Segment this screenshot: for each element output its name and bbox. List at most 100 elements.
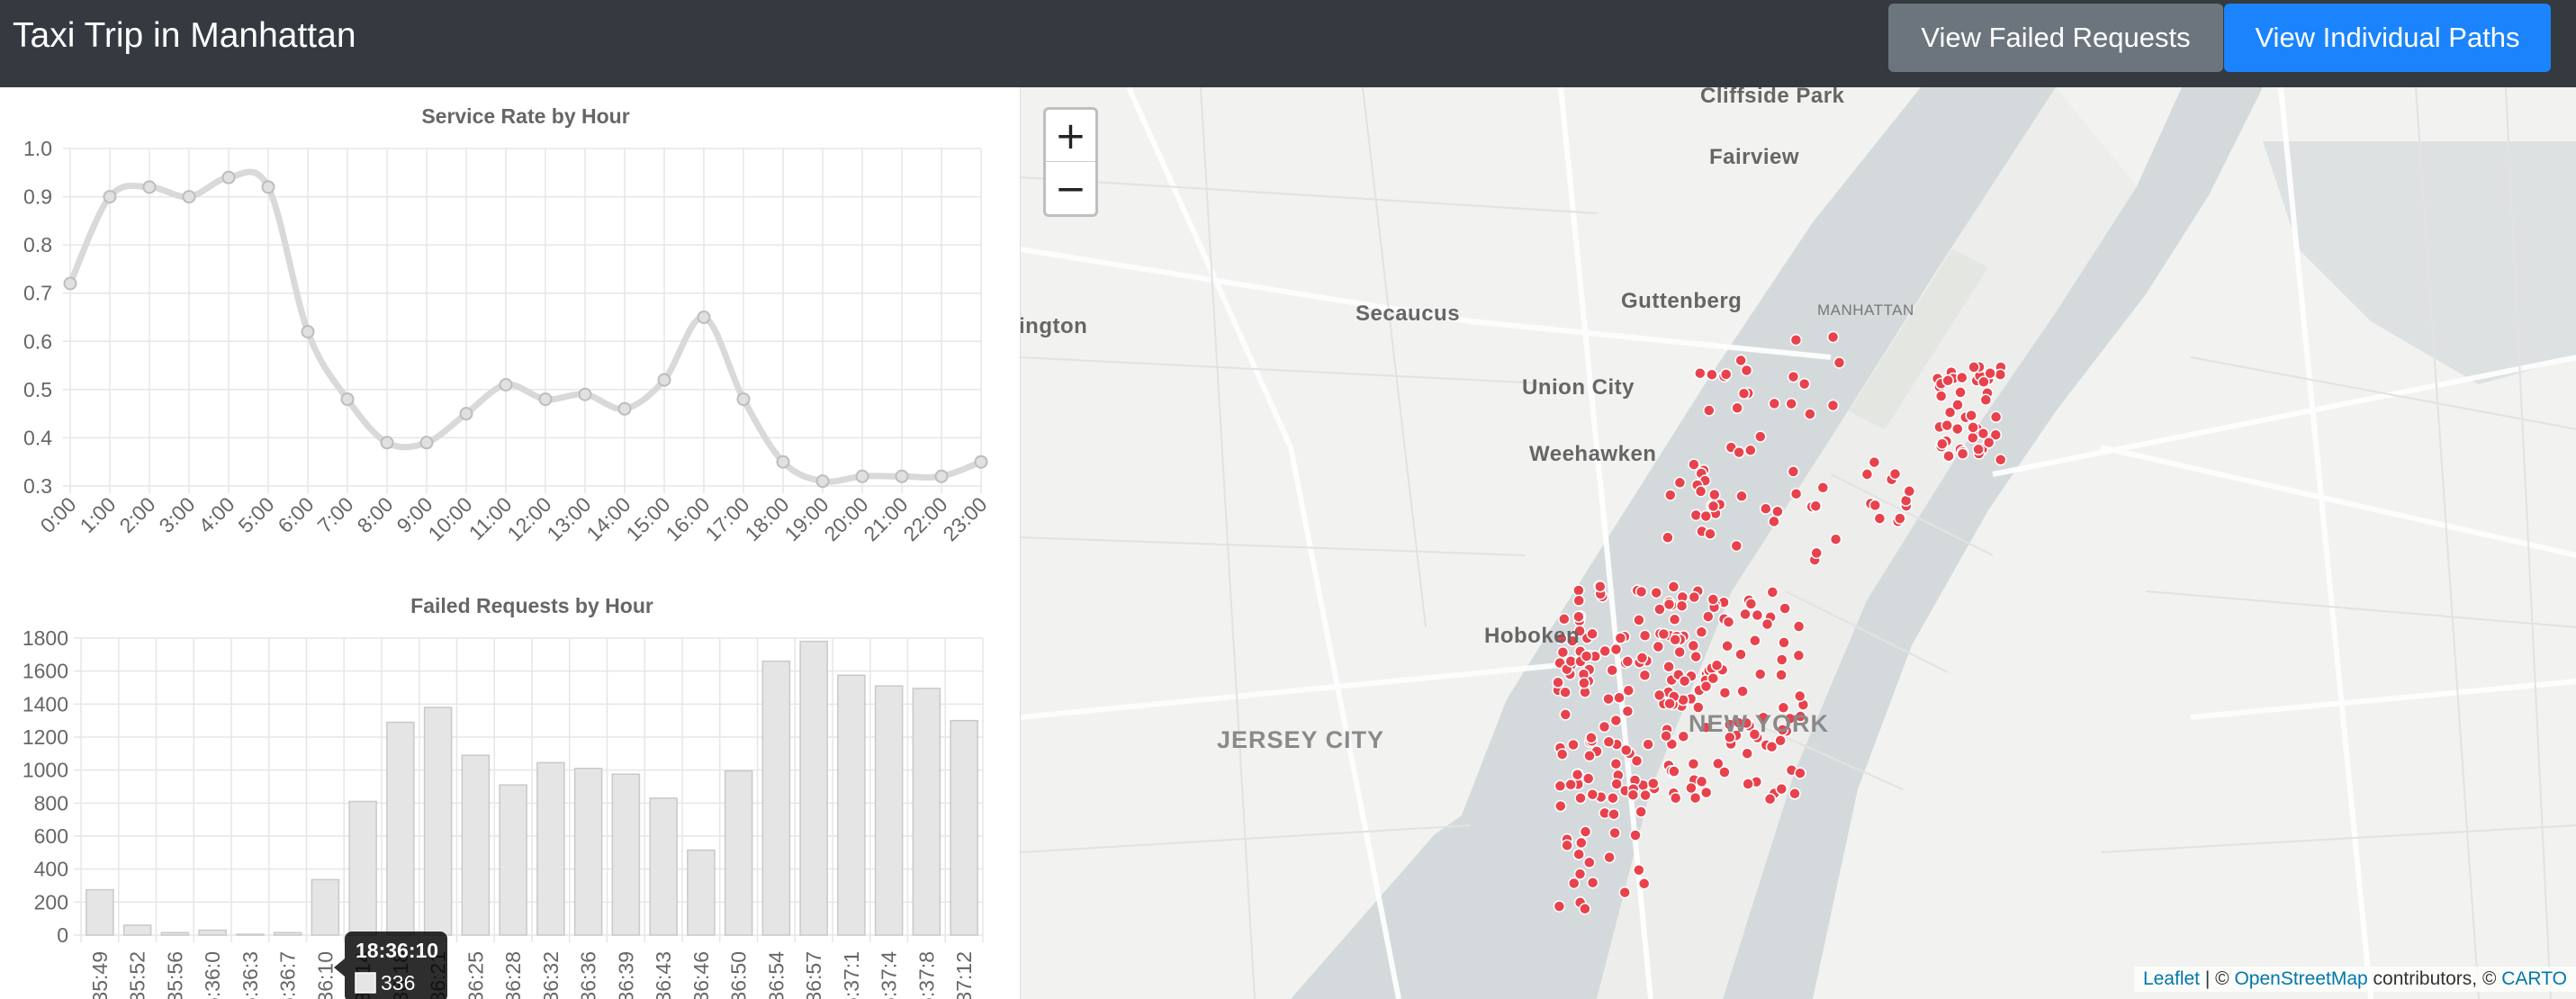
trip-point — [1778, 636, 1790, 649]
trip-point — [1792, 620, 1806, 633]
bar — [499, 784, 527, 936]
data-point — [419, 436, 434, 450]
trip-point — [1635, 585, 1648, 598]
trip-point — [1707, 671, 1720, 685]
trip-point — [1583, 750, 1596, 762]
bar — [724, 770, 753, 936]
trip-point — [1621, 705, 1635, 718]
x-tick-label: 5:00 — [233, 492, 278, 537]
trip-point — [1579, 903, 1591, 915]
trip-point — [1653, 688, 1666, 702]
trip-point — [1559, 686, 1572, 699]
trip-point — [1647, 777, 1660, 790]
carto-link[interactable]: CARTO — [2501, 968, 2567, 989]
x-tick-label: 6:36:28 — [501, 951, 525, 999]
trip-point — [1984, 366, 1996, 380]
trip-point — [1954, 386, 1967, 399]
trip-point — [1689, 650, 1702, 663]
bar — [236, 933, 265, 936]
x-tick-label: 6:35:56 — [163, 951, 186, 999]
trip-point — [1638, 669, 1652, 682]
trip-point — [1710, 659, 1724, 671]
trip-point — [1667, 580, 1680, 593]
data-point — [657, 373, 671, 387]
bar — [160, 932, 190, 936]
bar — [122, 924, 152, 936]
trip-point — [1731, 401, 1743, 415]
x-tick-label: 6:36:36 — [577, 951, 600, 999]
x-tick-label: 6:36:43 — [652, 951, 675, 999]
map-label-fairview: Fairview — [1709, 145, 1800, 169]
data-point — [855, 469, 869, 483]
trip-point — [1602, 735, 1616, 749]
x-tick-label: 6:36:57 — [802, 951, 825, 999]
data-point — [578, 387, 592, 401]
trip-point — [1706, 368, 1718, 381]
trip-point — [1609, 643, 1623, 656]
y-tick-label: 1600 — [23, 660, 68, 683]
trip-point — [1669, 791, 1682, 805]
trip-point — [1626, 788, 1640, 801]
data-point — [538, 392, 553, 407]
trip-point — [1567, 738, 1580, 752]
trip-point — [1687, 757, 1700, 770]
trip-point — [1552, 676, 1564, 688]
x-tick-label: 6:36:50 — [727, 951, 751, 999]
zoom-out-button[interactable]: − — [1046, 162, 1095, 214]
east-water — [2263, 141, 2576, 384]
chart-title: Service Rate by Hour — [421, 104, 629, 128]
trip-point — [1761, 617, 1774, 631]
trip-point — [1809, 500, 1823, 513]
map-view[interactable]: Cliffside Park Fairview Secaucus Guttenb… — [1020, 87, 2576, 999]
trip-point — [1826, 399, 1840, 412]
map-label-guttenberg: Guttenberg — [1621, 289, 1743, 313]
zoom-in-button[interactable]: + — [1046, 110, 1095, 162]
data-point — [815, 474, 830, 489]
view-failed-requests-button[interactable]: View Failed Requests — [1888, 4, 2223, 72]
x-tick-label: 6:36:25 — [464, 951, 487, 999]
trip-point — [1629, 829, 1642, 842]
trip-point — [1572, 584, 1585, 597]
y-tick-label: 200 — [34, 890, 68, 914]
data-point — [934, 469, 949, 483]
x-tick-label: 3:00 — [154, 492, 199, 537]
data-point — [459, 407, 473, 421]
trip-point — [1607, 791, 1619, 805]
data-point — [499, 378, 513, 392]
trip-point — [1763, 793, 1777, 806]
x-tick-label: 17:00 — [700, 492, 753, 545]
map-label-manhattan: MANHATTAN — [1817, 302, 1914, 319]
x-tick-label: 20:00 — [819, 492, 872, 545]
bar — [837, 674, 866, 936]
data-point — [776, 454, 790, 469]
data-point — [261, 180, 275, 194]
attribution-contrib: contributors, © — [2367, 968, 2502, 989]
trip-point — [1572, 594, 1585, 608]
leaflet-link[interactable]: Leaflet — [2143, 968, 2200, 989]
trip-point — [1586, 788, 1599, 801]
view-individual-paths-button[interactable]: View Individual Paths — [2224, 4, 2551, 72]
trip-point — [1942, 449, 1955, 463]
trip-point — [1804, 408, 1816, 420]
trip-point — [1779, 602, 1791, 615]
map-label-union-city: Union City — [1522, 375, 1635, 400]
trip-point — [1860, 468, 1874, 481]
trip-point — [1797, 377, 1811, 391]
trip-point — [1688, 458, 1700, 471]
tooltip-value: 336 — [381, 971, 415, 994]
osm-link[interactable]: OpenStreetMap — [2234, 968, 2367, 989]
x-tick-label: 6:36:10 — [313, 951, 337, 999]
trip-point — [1775, 782, 1788, 796]
trip-point — [1668, 765, 1680, 778]
trip-point — [1734, 648, 1747, 661]
x-tick-label: 6:37:12 — [952, 951, 976, 999]
trip-point — [1704, 527, 1716, 540]
map-tiles[interactable] — [1021, 87, 2576, 999]
trip-point — [1572, 848, 1585, 860]
trip-point — [1754, 430, 1767, 443]
trip-point — [1608, 807, 1620, 821]
map-label-new-york: NEW YORK — [1689, 710, 1830, 737]
bar — [311, 878, 340, 936]
trip-point — [1826, 330, 1840, 344]
x-tick-label: 8:00 — [352, 492, 397, 537]
